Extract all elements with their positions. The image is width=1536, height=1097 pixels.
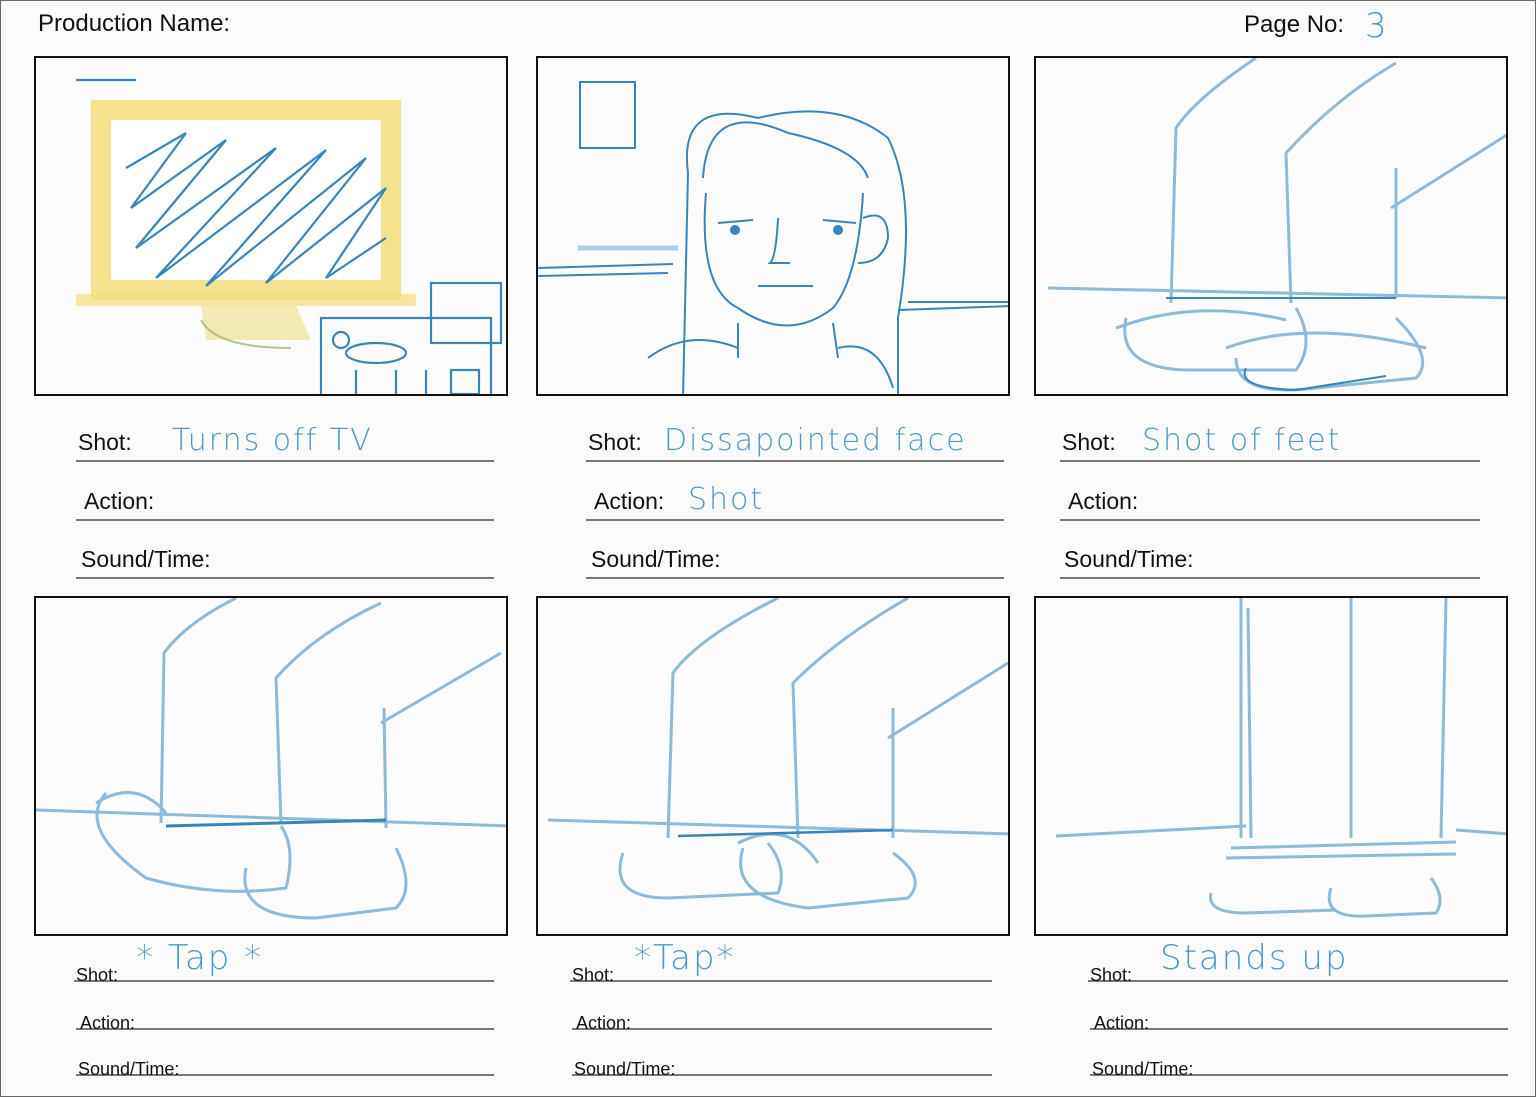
frame-5-sound-field[interactable]: Sound/Time:	[572, 1034, 992, 1079]
shot-value: Stands up	[1160, 938, 1349, 978]
frame-5-shot-field[interactable]: Shot: *Tap*	[570, 938, 992, 985]
frame-5-sketch	[536, 596, 1010, 936]
frame-3-action-field[interactable]: Action:	[1060, 479, 1480, 521]
action-label: Action:	[1094, 1013, 1150, 1033]
shot-value: Dissapointed face	[664, 423, 967, 458]
shot-label: Shot:	[76, 965, 119, 985]
action-label: Action:	[80, 1013, 136, 1033]
shot-value: Turns off TV	[172, 423, 373, 458]
frame-6-sketch	[1034, 596, 1508, 936]
sound-label: Sound/Time:	[1092, 1059, 1194, 1079]
shot-value: *Tap*	[634, 938, 736, 978]
frame-1-action-field[interactable]: Action:	[76, 479, 494, 521]
shot-label: Shot:	[588, 429, 642, 455]
action-label: Action:	[594, 488, 665, 514]
frame-6-sound-field[interactable]: Sound/Time:	[1090, 1034, 1508, 1079]
frame-4-sketch	[34, 596, 508, 936]
page-number-label: Page No:	[1244, 11, 1345, 38]
frame-1-sound-field[interactable]: Sound/Time:	[76, 537, 494, 579]
shot-label: Shot:	[1090, 965, 1133, 985]
frame-4-sound-field[interactable]: Sound/Time:	[76, 1034, 494, 1079]
sound-label: Sound/Time:	[1064, 546, 1194, 572]
action-value: Shot	[688, 482, 765, 517]
frame-3-sound-field[interactable]: Sound/Time:	[1060, 537, 1480, 579]
production-name-label: Production Name:	[38, 10, 231, 37]
frame-2-action-field[interactable]: Action: Shot	[586, 479, 1004, 521]
frame-3-shot-field[interactable]: Shot: Shot of feet	[1060, 420, 1480, 462]
frame-3-sketch	[1034, 56, 1508, 396]
frame-1-sketch	[34, 56, 508, 396]
action-label: Action:	[1068, 488, 1139, 514]
frame-6-action-field[interactable]: Action:	[1090, 988, 1508, 1033]
action-label: Action:	[576, 1013, 632, 1033]
tap-foot-sketch	[36, 598, 506, 920]
feet-sketch	[1047, 58, 1506, 392]
standing-feet-sketch	[1055, 598, 1506, 918]
page-number-value[interactable]: 3	[1365, 6, 1387, 46]
shot-value: * Tap *	[136, 938, 264, 978]
frame-1-shot-field[interactable]: Shot: Turns off TV	[76, 420, 494, 462]
frame-4-action-field[interactable]: Action:	[76, 988, 494, 1033]
frame-2-sound-field[interactable]: Sound/Time:	[586, 537, 1004, 579]
frame-6-shot-field[interactable]: Shot: Stands up	[1088, 938, 1508, 985]
shot-label: Shot:	[1062, 429, 1116, 455]
frame-5-action-field[interactable]: Action:	[572, 988, 992, 1033]
face-sketch	[538, 81, 1008, 394]
frame-2-shot-field[interactable]: Shot: Dissapointed face	[586, 420, 1004, 462]
shot-label: Shot:	[572, 965, 615, 985]
tap-feet-sketch	[547, 598, 1008, 910]
sound-label: Sound/Time:	[574, 1059, 676, 1079]
tv-sketch	[76, 78, 503, 394]
sound-label: Sound/Time:	[78, 1059, 180, 1079]
shot-label: Shot:	[78, 429, 132, 455]
sound-label: Sound/Time:	[81, 546, 211, 572]
shot-value: Shot of feet	[1142, 423, 1342, 458]
sound-label: Sound/Time:	[591, 546, 721, 572]
frame-4-shot-field[interactable]: Shot: * Tap *	[74, 938, 494, 985]
frame-2-sketch	[536, 56, 1010, 396]
action-label: Action:	[84, 488, 155, 514]
